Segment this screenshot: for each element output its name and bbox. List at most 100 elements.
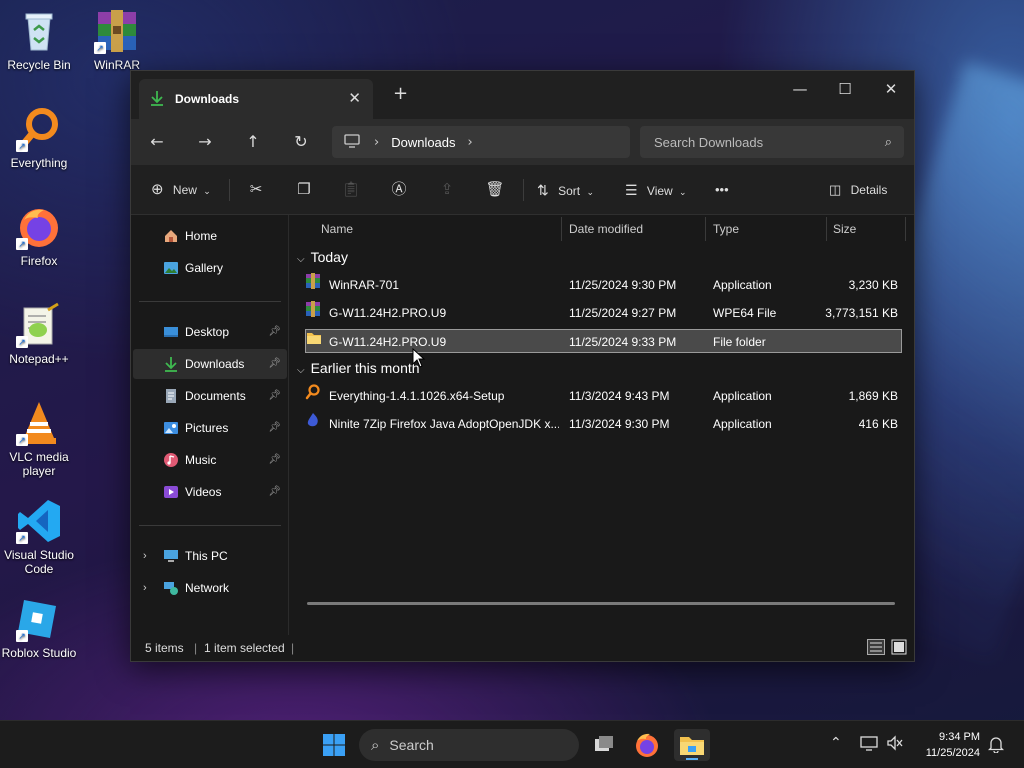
new-tab-button[interactable]: +: [393, 83, 408, 104]
sidebar-item-gallery[interactable]: Gallery: [133, 253, 287, 283]
task-view-icon[interactable]: [588, 729, 620, 761]
desktop-icon-label: Visual Studio Code: [4, 548, 74, 576]
sidebar-item-pictures[interactable]: Pictures 📌︎: [133, 413, 287, 443]
up-arrow-icon[interactable]: ↑: [239, 129, 267, 155]
pin-icon[interactable]: 📌︎: [268, 477, 281, 507]
column-header-size[interactable]: Size: [833, 215, 856, 243]
new-label: New: [172, 183, 197, 197]
file-type: WPE64 File: [713, 306, 777, 320]
selection-count: 1 item selected: [204, 641, 285, 655]
column-divider[interactable]: [561, 217, 562, 241]
column-divider[interactable]: [826, 217, 827, 241]
pin-icon[interactable]: 📌︎: [268, 349, 281, 379]
breadcrumb-chevron-icon[interactable]: ›: [468, 135, 473, 150]
sort-icon: ⇅: [537, 182, 549, 198]
winrar-icon: [306, 273, 320, 289]
tab-close-icon[interactable]: ✕: [348, 89, 361, 107]
display-icon[interactable]: [860, 735, 878, 755]
desktop-icon-label: Everything: [10, 156, 68, 170]
table-row[interactable]: WinRAR-701 11/25/2024 9:30 PM Applicatio…: [305, 273, 902, 297]
rename-icon[interactable]: Ⓐ: [386, 177, 412, 203]
chevron-right-icon[interactable]: ›: [143, 541, 147, 571]
desktop-icon-roblox-studio[interactable]: ↗ Roblox Studio: [0, 596, 78, 660]
plus-circle-icon: ⊕: [151, 181, 164, 198]
desktop-icon-recycle-bin[interactable]: Recycle Bin: [0, 8, 78, 72]
file-date: 11/25/2024 9:30 PM: [569, 278, 677, 292]
view-button[interactable]: ☰ View ⌄: [625, 177, 687, 203]
details-pane-button[interactable]: ◫ Details: [829, 177, 887, 203]
pin-icon[interactable]: 📌︎: [268, 413, 281, 443]
start-windows-icon[interactable]: [318, 729, 350, 761]
volume-muted-icon[interactable]: [886, 735, 904, 755]
chevron-down-icon: ⌵: [297, 365, 305, 376]
column-header-type[interactable]: Type: [713, 215, 739, 243]
everything-icon: ↗: [16, 106, 62, 152]
file-explorer-taskbar-icon[interactable]: [674, 729, 710, 761]
file-type: Application: [713, 417, 772, 431]
system-clock[interactable]: 9:34 PM 11/25/2024: [926, 729, 980, 761]
chevron-down-icon: ⌄: [203, 186, 211, 196]
sort-button[interactable]: ⇅ Sort ⌄: [537, 177, 594, 203]
pin-icon[interactable]: 📌︎: [268, 445, 281, 475]
breadcrumb-chevron-icon[interactable]: ›: [374, 135, 379, 150]
details-view-icon[interactable]: [867, 639, 885, 658]
gallery-icon: [164, 262, 178, 274]
search-box[interactable]: Search Downloads ⌕: [640, 126, 904, 158]
sidebar-item-downloads[interactable]: Downloads 📌︎: [133, 349, 287, 379]
firefox-taskbar-icon[interactable]: [631, 729, 663, 761]
winrar-archive-icon: [306, 301, 320, 317]
forward-arrow-icon[interactable]: →: [191, 129, 219, 155]
taskbar-search-label: Search: [389, 737, 434, 753]
sidebar-item-home[interactable]: Home: [133, 221, 287, 251]
cut-icon[interactable]: ✂: [243, 177, 269, 203]
breadcrumb-downloads[interactable]: Downloads: [391, 135, 455, 150]
minimize-button[interactable]: —: [777, 75, 823, 103]
new-button[interactable]: ⊕ New ⌄: [151, 177, 211, 203]
sidebar-item-this-pc[interactable]: › This PC: [133, 541, 287, 571]
copy-icon[interactable]: ❐: [291, 177, 317, 203]
sidebar-item-videos[interactable]: Videos 📌︎: [133, 477, 287, 507]
file-date: 11/3/2024 9:43 PM: [569, 389, 670, 403]
sidebar-item-documents[interactable]: Documents 📌︎: [133, 381, 287, 411]
desktop-icon-winrar[interactable]: ↗ WinRAR: [78, 8, 156, 72]
group-header-today[interactable]: ⌵ Today: [297, 249, 348, 265]
column-divider[interactable]: [905, 217, 906, 241]
notification-bell-icon[interactable]: [987, 735, 1005, 757]
file-explorer-window: Downloads ✕ + — ☐ ✕ ← → ↑ ↻ › Downloads …: [130, 70, 915, 662]
chevron-up-icon[interactable]: ⌃: [830, 735, 842, 751]
table-row[interactable]: Ninite 7Zip Firefox Java AdoptOpenJDK x.…: [305, 412, 902, 436]
sidebar-item-network[interactable]: › Network: [133, 573, 287, 603]
tiles-view-icon[interactable]: [891, 639, 907, 658]
close-button[interactable]: ✕: [868, 75, 914, 103]
table-row-selected[interactable]: G-W11.24H2.PRO.U9 11/25/2024 9:33 PM Fil…: [305, 329, 902, 353]
horizontal-scrollbar[interactable]: [307, 602, 895, 605]
pin-icon[interactable]: 📌︎: [268, 317, 281, 347]
chevron-right-icon[interactable]: ›: [143, 573, 147, 603]
column-divider[interactable]: [705, 217, 706, 241]
navigation-pane: Home Gallery Desktop 📌︎ Downloads 📌︎ Doc…: [131, 215, 289, 635]
more-options-button[interactable]: •••: [715, 177, 729, 203]
maximize-button[interactable]: ☐: [822, 75, 868, 103]
group-header-earlier[interactable]: ⌵ Earlier this month: [297, 360, 420, 376]
pin-icon[interactable]: 📌︎: [268, 381, 281, 411]
back-arrow-icon[interactable]: ←: [143, 129, 171, 155]
column-header-name[interactable]: Name: [321, 215, 353, 243]
taskbar-search[interactable]: ⌕ Search: [359, 729, 579, 761]
details-label: Details: [850, 183, 888, 197]
desktop-icon-everything[interactable]: ↗ Everything: [0, 106, 78, 170]
table-row[interactable]: G-W11.24H2.PRO.U9 11/25/2024 9:27 PM WPE…: [305, 301, 902, 325]
desktop-icon-firefox[interactable]: ↗ Firefox: [0, 204, 78, 268]
file-date: 11/25/2024 9:27 PM: [569, 306, 677, 320]
delete-icon[interactable]: 🗑︎: [482, 177, 508, 203]
sidebar-item-desktop[interactable]: Desktop 📌︎: [133, 317, 287, 347]
refresh-icon[interactable]: ↻: [287, 129, 315, 155]
group-label: Today: [310, 249, 348, 265]
column-header-date[interactable]: Date modified: [569, 215, 643, 243]
desktop-icon-notepadpp[interactable]: ↗ Notepad++: [0, 302, 78, 366]
desktop-icon-vlc[interactable]: ↗ VLC media player: [0, 400, 78, 478]
tab-downloads[interactable]: Downloads ✕: [139, 79, 373, 119]
sidebar-item-music[interactable]: Music 📌︎: [133, 445, 287, 475]
desktop-icon-vscode[interactable]: ↗ Visual Studio Code: [0, 498, 78, 576]
table-row[interactable]: Everything-1.4.1.1026.x64-Setup 11/3/202…: [305, 384, 902, 408]
address-bar[interactable]: › Downloads ›: [332, 126, 630, 158]
